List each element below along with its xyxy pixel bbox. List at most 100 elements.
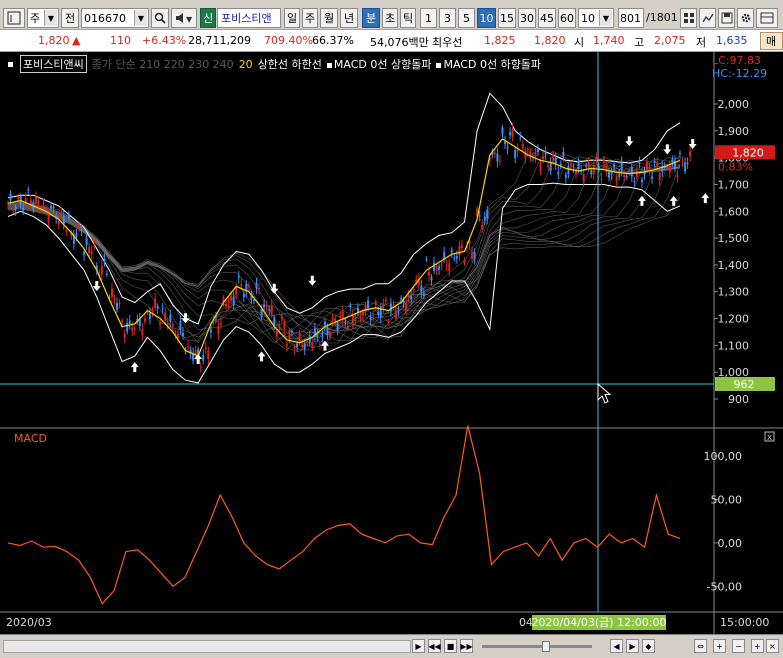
candle-body: [521, 144, 524, 148]
stop-icon: ■: [446, 641, 455, 651]
search-button[interactable]: [151, 8, 169, 28]
sell-arrow-icon: [92, 281, 101, 292]
candle-body: [630, 167, 633, 177]
candle-body: [613, 164, 616, 167]
candle-body: [105, 274, 108, 276]
stock-code-input[interactable]: 016670 ▼: [81, 8, 149, 28]
period-week[interactable]: 주: [302, 8, 318, 28]
zoom-slider[interactable]: [482, 641, 592, 652]
candle-body: [534, 152, 537, 157]
price-tick-label: 1,700: [718, 178, 750, 191]
ma-ribbon-line: [7, 149, 681, 338]
candle-body: [646, 161, 649, 171]
sell-arrow-icon: [625, 136, 634, 147]
interval-45[interactable]: 45: [538, 8, 556, 28]
period-select[interactable]: 주 ▼: [27, 8, 59, 28]
candle-body: [392, 304, 395, 306]
candle-body: [607, 171, 610, 178]
candle-body: [121, 320, 124, 323]
candle-body: [514, 149, 517, 159]
macd-line: [7, 425, 681, 605]
candle-body: [110, 288, 113, 297]
candle-body: [620, 162, 623, 171]
sound-button[interactable]: ▼: [171, 8, 197, 28]
period-month[interactable]: 월: [320, 8, 338, 28]
candle-body: [504, 141, 507, 145]
interval-3[interactable]: 3: [439, 8, 456, 28]
ma-ribbon-line: [7, 155, 681, 341]
scroll-left-end-button[interactable]: ◀: [610, 639, 623, 653]
layout-button[interactable]: [756, 8, 778, 28]
market-button[interactable]: 전: [61, 8, 79, 28]
zoom-out-button[interactable]: −: [732, 639, 745, 653]
time-label-start: 2020/03: [6, 616, 52, 629]
candle-body: [9, 192, 12, 201]
candle-body: [600, 178, 603, 180]
low-price: 1,635: [716, 34, 748, 47]
period-tick[interactable]: 틱: [400, 8, 416, 28]
candle-body: [220, 323, 223, 325]
zoom-slider-thumb[interactable]: [542, 641, 550, 652]
candle-body: [123, 333, 126, 338]
rewind-icon: ◀◀: [428, 641, 441, 651]
buy-arrow-icon: [637, 195, 646, 206]
chart-menu-button[interactable]: [3, 8, 25, 28]
candle-body: [329, 331, 332, 336]
chart-menu-icon: [7, 11, 21, 25]
expand-icon: ◆: [645, 641, 652, 651]
high-price: 2,075: [654, 34, 686, 47]
price-tick-label: 1,400: [718, 259, 750, 272]
candle-body: [344, 321, 347, 323]
candle-body: [486, 209, 489, 219]
line-tool-button[interactable]: [699, 8, 716, 28]
candle-body: [362, 312, 365, 316]
save-button[interactable]: [718, 8, 735, 28]
svg-text:▼: ▼: [186, 15, 193, 24]
add-button[interactable]: +: [751, 639, 764, 653]
grid-button[interactable]: [680, 8, 697, 28]
candle-body: [382, 303, 385, 308]
candle-body: [37, 202, 40, 206]
stop-button[interactable]: ■: [444, 639, 457, 653]
rewind-button[interactable]: ◀◀: [428, 639, 441, 653]
interval-30[interactable]: 30: [518, 8, 536, 28]
candle-body: [384, 299, 387, 302]
period-minute[interactable]: 분: [362, 8, 380, 28]
period-year[interactable]: 년: [340, 8, 358, 28]
candle-body: [265, 305, 268, 307]
legend-ma20: 20: [238, 57, 253, 71]
zoom-in-button[interactable]: +: [713, 639, 726, 653]
period-day[interactable]: 일: [284, 8, 300, 28]
horizontal-scrollbar[interactable]: [3, 640, 411, 653]
interval-1[interactable]: 1: [420, 8, 437, 28]
candle-body: [569, 163, 572, 167]
count-select[interactable]: 10 ▼: [578, 8, 614, 28]
legend-macd-down: MACD 0선 하향돌파: [436, 56, 541, 72]
period-second[interactable]: 초: [382, 8, 398, 28]
page-input[interactable]: 801: [618, 8, 644, 28]
scroll-right-button[interactable]: ▶: [412, 639, 425, 653]
interval-5[interactable]: 5: [458, 8, 475, 28]
candle-body: [227, 301, 230, 304]
close-button[interactable]: ×: [766, 639, 779, 653]
candle-body: [420, 285, 423, 294]
price-tick-label: 1,100: [718, 339, 750, 352]
candle-body: [539, 162, 542, 172]
stock-name: 포비스티앤: [217, 8, 281, 28]
scroll-right-end-button[interactable]: ▶: [626, 639, 639, 653]
mouse-pointer-icon: [597, 382, 612, 404]
settings-button[interactable]: [737, 8, 754, 28]
interval-60[interactable]: 60: [558, 8, 576, 28]
fit-button[interactable]: ⇔: [694, 639, 707, 653]
best-bid: 1,820: [534, 34, 566, 47]
candle-body: [509, 132, 512, 136]
forward-button[interactable]: ▶▶: [460, 639, 473, 653]
chart-area[interactable]: 900 1,000 1,100 1,200 1,300 1,400 1,500 1,600 1,…: [0, 52, 783, 634]
candle-body: [217, 325, 220, 335]
candle-body: [93, 243, 96, 245]
scroll-both-button[interactable]: ◆: [642, 639, 655, 653]
interval-15[interactable]: 15: [498, 8, 516, 28]
order-button[interactable]: 매: [760, 32, 783, 50]
interval-10[interactable]: 10: [477, 8, 496, 28]
chart-canvas[interactable]: 9001,0001,1001,2001,3001,4001,5001,6001,…: [0, 52, 783, 634]
